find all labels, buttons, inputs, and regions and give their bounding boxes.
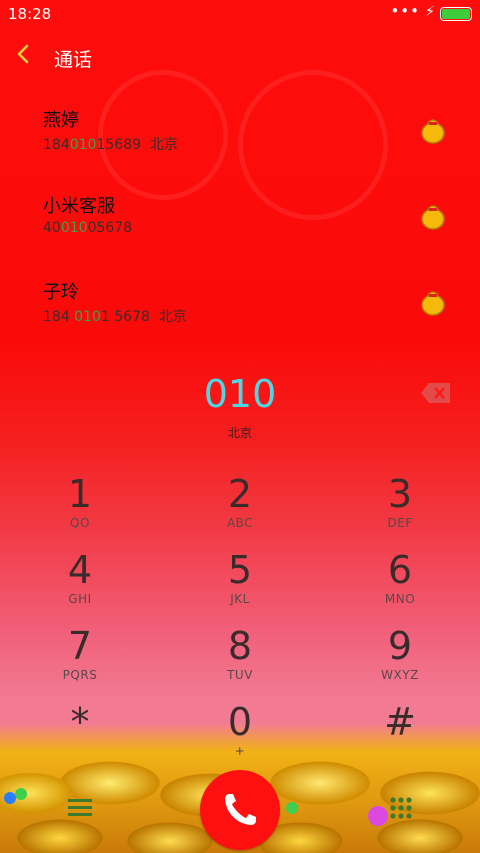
dialer-screen: 18:28 ••• ⚡ 通话 燕婷 18401015689 北京 小米客服 40… bbox=[0, 0, 480, 853]
contact-name: 燕婷 bbox=[43, 110, 79, 131]
header: 通话 bbox=[0, 40, 480, 76]
dialed-number: 010 bbox=[203, 372, 277, 416]
key-9[interactable]: 9 WXYZ bbox=[320, 622, 480, 698]
dialpad-toggle-icon[interactable] bbox=[389, 796, 413, 820]
status-bar: 18:28 ••• ⚡ bbox=[0, 0, 480, 28]
key-6[interactable]: 6 MNO bbox=[320, 546, 480, 622]
contact-name: 子玲 bbox=[43, 282, 79, 303]
charging-icon: ⚡ bbox=[425, 4, 435, 20]
voicemail-icon: QO bbox=[70, 516, 90, 530]
money-bag-icon[interactable] bbox=[420, 200, 446, 230]
contact-number: 18401015689 北京 bbox=[43, 137, 178, 153]
key-5[interactable]: 5 JKL bbox=[160, 546, 320, 622]
key-8[interactable]: 8 TUV bbox=[160, 622, 320, 698]
money-bag-icon[interactable] bbox=[420, 286, 446, 316]
contact-row[interactable]: 小米客服 4001005678 bbox=[0, 182, 480, 262]
contact-row[interactable]: 燕婷 18401015689 北京 bbox=[0, 96, 480, 176]
chevron-left-icon bbox=[17, 44, 29, 64]
back-button[interactable] bbox=[16, 42, 30, 72]
bottom-action-bar bbox=[0, 760, 480, 853]
key-4[interactable]: 4 GHI bbox=[0, 546, 160, 622]
contact-name: 小米客服 bbox=[43, 196, 115, 217]
call-button[interactable] bbox=[200, 770, 280, 850]
key-7[interactable]: 7 PQRS bbox=[0, 622, 160, 698]
battery-icon bbox=[440, 7, 472, 21]
menu-icon[interactable] bbox=[68, 798, 92, 816]
key-2[interactable]: 2 ABC bbox=[160, 470, 320, 546]
money-bag-icon[interactable] bbox=[420, 114, 446, 144]
key-1[interactable]: 1 QO bbox=[0, 470, 160, 546]
phone-icon bbox=[225, 794, 256, 825]
key-3[interactable]: 3 DEF bbox=[320, 470, 480, 546]
backspace-icon[interactable] bbox=[420, 382, 452, 404]
contact-number: 4001005678 bbox=[43, 220, 133, 236]
contact-number: 184 0101 5678 北京 bbox=[43, 309, 187, 325]
dialed-number-location: 北京 bbox=[227, 426, 252, 440]
signal-dots-icon: ••• bbox=[390, 2, 420, 20]
status-time: 18:28 bbox=[8, 5, 52, 23]
page-title: 通话 bbox=[54, 49, 93, 71]
contact-row[interactable]: 子玲 184 0101 5678 北京 bbox=[0, 268, 480, 348]
